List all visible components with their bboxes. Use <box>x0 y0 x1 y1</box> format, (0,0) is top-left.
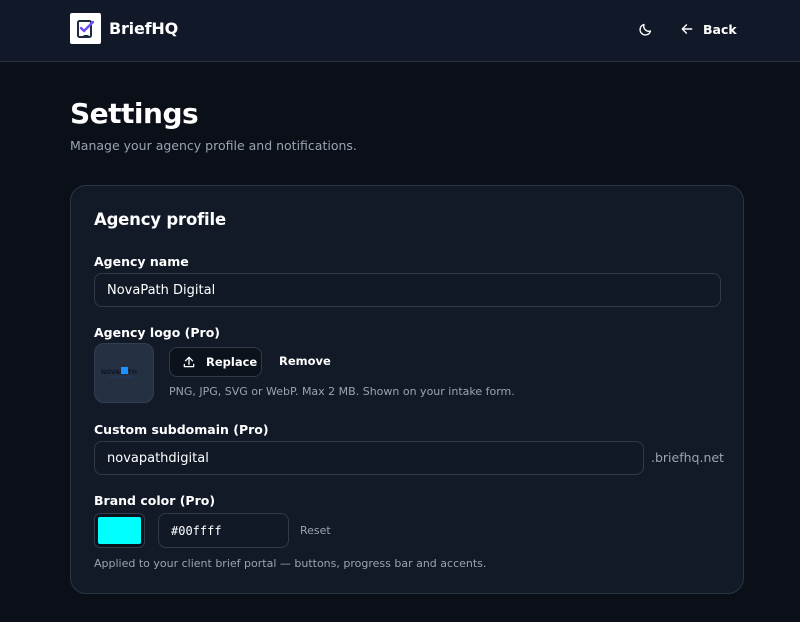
card-title: Agency profile <box>94 210 226 229</box>
top-bar: BriefHQ Back <box>0 0 800 62</box>
agency-logo-image: NOVAPATH <box>101 367 137 378</box>
brand-color-hex-input[interactable] <box>158 513 289 548</box>
upload-icon <box>183 356 195 368</box>
arrow-left-icon <box>681 24 693 34</box>
reset-color-button[interactable]: Reset <box>300 524 331 537</box>
brand-color-picker[interactable] <box>94 513 145 548</box>
brand-name: BriefHQ <box>109 19 178 38</box>
subdomain-input[interactable] <box>94 441 644 475</box>
back-label: Back <box>703 21 737 37</box>
agency-logo-preview: NOVAPATH <box>94 343 154 403</box>
remove-logo-button[interactable]: Remove <box>279 354 331 368</box>
brand[interactable]: BriefHQ <box>70 13 178 44</box>
brief-logo-icon <box>70 13 101 44</box>
brand-color-label: Brand color (Pro) <box>94 493 216 508</box>
agency-profile-card: Agency profile Agency name Agency logo (… <box>70 185 744 594</box>
subdomain-label: Custom subdomain (Pro) <box>94 422 269 437</box>
logo-hint: PNG, JPG, SVG or WebP. Max 2 MB. Shown o… <box>169 385 515 398</box>
subdomain-suffix: .briefhq.net <box>651 450 724 465</box>
brand-color-swatch <box>98 517 141 544</box>
page-subtitle: Manage your agency profile and notificat… <box>70 138 357 153</box>
page-title: Settings <box>70 97 199 130</box>
brand-color-hint: Applied to your client brief portal — bu… <box>94 557 487 570</box>
moon-icon <box>638 23 651 36</box>
agency-name-input[interactable] <box>94 273 721 307</box>
replace-label: Replace <box>206 355 258 369</box>
back-button[interactable]: Back <box>680 19 737 39</box>
replace-logo-button[interactable]: Replace <box>169 347 262 377</box>
agency-name-label: Agency name <box>94 254 189 269</box>
theme-toggle-button[interactable] <box>635 19 655 39</box>
svg-text:NOVAPATH: NOVAPATH <box>101 369 137 376</box>
agency-logo-label: Agency logo (Pro) <box>94 325 221 340</box>
